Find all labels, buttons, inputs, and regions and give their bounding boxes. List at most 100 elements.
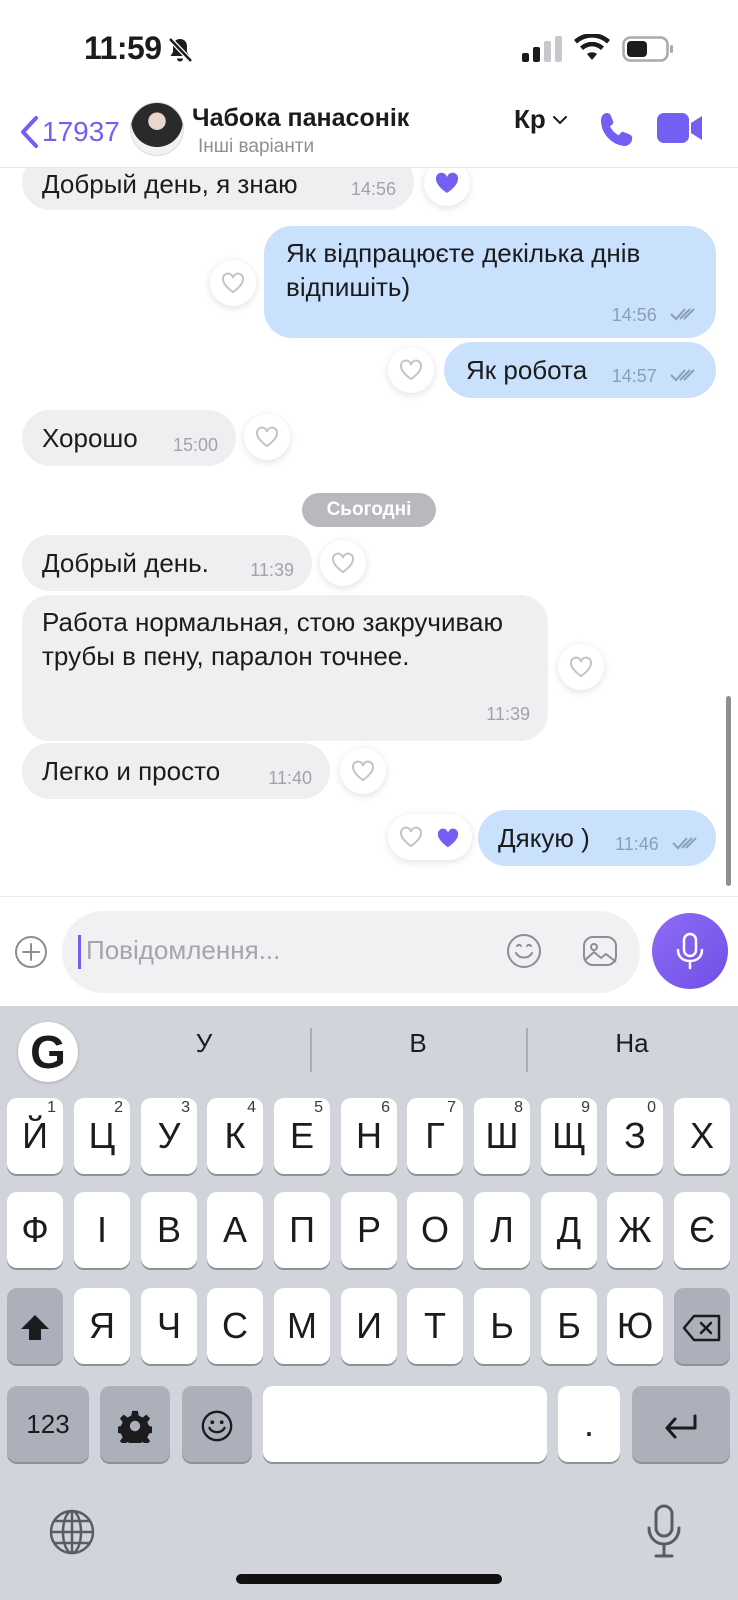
key[interactable]: Я xyxy=(74,1288,130,1364)
unread-count: 17937 xyxy=(42,116,120,147)
status-time: 11:59 xyxy=(84,30,162,66)
key[interactable]: Л xyxy=(474,1192,530,1268)
suggestion-divider xyxy=(526,1028,528,1072)
message-time: 11:39 xyxy=(250,560,294,580)
key[interactable]: М xyxy=(274,1288,330,1364)
gear-icon xyxy=(118,1411,152,1444)
add-attachment-button[interactable] xyxy=(14,935,48,969)
key[interactable]: 6Н xyxy=(341,1098,397,1174)
read-ticks-icon xyxy=(670,308,695,321)
phone-call-icon[interactable] xyxy=(598,110,636,148)
suggestion[interactable]: В xyxy=(318,1028,518,1059)
key[interactable]: П xyxy=(274,1192,330,1268)
message-time: 11:40 xyxy=(268,768,312,788)
key[interactable]: О xyxy=(407,1192,463,1268)
contact-name[interactable]: Чабока панасонік xyxy=(192,104,432,133)
sticker-icon[interactable] xyxy=(580,931,620,971)
key[interactable]: И xyxy=(341,1288,397,1364)
emoji-icon[interactable] xyxy=(504,931,544,971)
key[interactable]: 1Й xyxy=(7,1098,63,1174)
status-bar: 11:59 xyxy=(0,0,738,96)
message-text: Добрый день, я знаю xyxy=(42,169,298,199)
heart-outline-icon[interactable] xyxy=(398,825,424,849)
message-text: Работа нормальная, стою закручиваю трубы… xyxy=(42,607,503,671)
message-outgoing[interactable]: Як робота 14:57 xyxy=(444,342,716,398)
key[interactable]: Б xyxy=(541,1288,597,1364)
period-key[interactable]: . xyxy=(558,1386,620,1462)
key[interactable]: Ф xyxy=(7,1192,63,1268)
battery-icon xyxy=(622,36,673,62)
backspace-key[interactable] xyxy=(674,1288,730,1364)
language-selector[interactable]: Кр xyxy=(514,104,568,135)
heart-filled-icon xyxy=(435,172,459,193)
key[interactable]: 7Г xyxy=(407,1098,463,1174)
message-time: 11:46 xyxy=(615,834,659,854)
heart-outline-icon xyxy=(221,272,245,294)
key[interactable]: 3У xyxy=(141,1098,197,1174)
like-button[interactable] xyxy=(320,540,366,586)
message-time: 14:56 xyxy=(350,179,396,199)
text-caret xyxy=(78,935,81,969)
key[interactable]: 8Ш xyxy=(474,1098,530,1174)
key[interactable]: В xyxy=(141,1192,197,1268)
voice-message-button[interactable] xyxy=(652,913,728,989)
suggestion[interactable]: На xyxy=(532,1028,732,1059)
message-outgoing[interactable]: Дякую ) 11:46 xyxy=(478,810,716,866)
message-composer: Повідомлення... xyxy=(0,896,738,1006)
like-button[interactable] xyxy=(558,644,604,690)
globe-icon[interactable] xyxy=(48,1508,96,1556)
scrollbar[interactable] xyxy=(726,696,731,886)
key[interactable]: А xyxy=(207,1192,263,1268)
like-button[interactable] xyxy=(424,168,470,206)
message-incoming[interactable]: Работа нормальная, стою закручиваю трубы… xyxy=(22,595,548,741)
shift-key[interactable] xyxy=(7,1288,63,1364)
shift-icon xyxy=(21,1315,49,1341)
emoji-key[interactable] xyxy=(182,1386,252,1462)
key[interactable]: Ж xyxy=(607,1192,663,1268)
message-incoming[interactable]: Хорошо 15:00 xyxy=(22,410,236,466)
reaction-group[interactable] xyxy=(388,814,472,860)
contact-subtitle[interactable]: Інші варіанти xyxy=(198,136,314,158)
key[interactable]: 5Е xyxy=(274,1098,330,1174)
numbers-key[interactable]: 123 xyxy=(7,1386,89,1462)
gboard-logo-button[interactable]: G xyxy=(18,1022,78,1082)
key[interactable]: І xyxy=(74,1192,130,1268)
key[interactable]: Ю xyxy=(607,1288,663,1364)
key[interactable]: Є xyxy=(674,1192,730,1268)
heart-outline-icon xyxy=(569,656,593,678)
enter-key[interactable] xyxy=(632,1386,730,1462)
space-key[interactable] xyxy=(263,1386,547,1462)
like-button[interactable] xyxy=(388,347,434,393)
message-incoming[interactable]: Легко и просто 11:40 xyxy=(22,743,330,799)
suggestion[interactable]: У xyxy=(104,1028,304,1059)
message-incoming[interactable]: Добрый день. 11:39 xyxy=(22,535,312,591)
dictation-mic-icon[interactable] xyxy=(646,1504,682,1558)
avatar[interactable] xyxy=(130,102,184,156)
heart-outline-icon xyxy=(399,359,423,381)
key[interactable]: 9Щ xyxy=(541,1098,597,1174)
key[interactable]: Т xyxy=(407,1288,463,1364)
message-input[interactable]: Повідомлення... xyxy=(62,911,640,993)
key[interactable]: Р xyxy=(341,1192,397,1268)
enter-arrow-icon xyxy=(665,1414,697,1439)
key[interactable]: 0З xyxy=(607,1098,663,1174)
key[interactable]: Ч xyxy=(141,1288,197,1364)
video-call-icon[interactable] xyxy=(656,110,704,146)
settings-key[interactable] xyxy=(100,1386,170,1462)
message-incoming[interactable]: Добрый день, я знаю 14:56 xyxy=(22,168,414,210)
key[interactable]: С xyxy=(207,1288,263,1364)
heart-outline-icon xyxy=(351,760,375,782)
like-button[interactable] xyxy=(244,414,290,460)
key[interactable]: Ь xyxy=(474,1288,530,1364)
like-button[interactable] xyxy=(340,748,386,794)
key[interactable]: 2Ц xyxy=(74,1098,130,1174)
message-list[interactable]: Добрый день, я знаю 14:56 Як відпрацюєте… xyxy=(0,168,738,896)
message-time: 14:56 xyxy=(611,305,657,325)
home-indicator[interactable] xyxy=(236,1574,502,1584)
message-outgoing[interactable]: Як відпрацюєте декілька днів відпишіть) … xyxy=(264,226,716,338)
key[interactable]: Д xyxy=(541,1192,597,1268)
back-button[interactable]: 17937 xyxy=(18,112,120,152)
key[interactable]: Х xyxy=(674,1098,730,1174)
like-button[interactable] xyxy=(210,260,256,306)
key[interactable]: 4К xyxy=(207,1098,263,1174)
